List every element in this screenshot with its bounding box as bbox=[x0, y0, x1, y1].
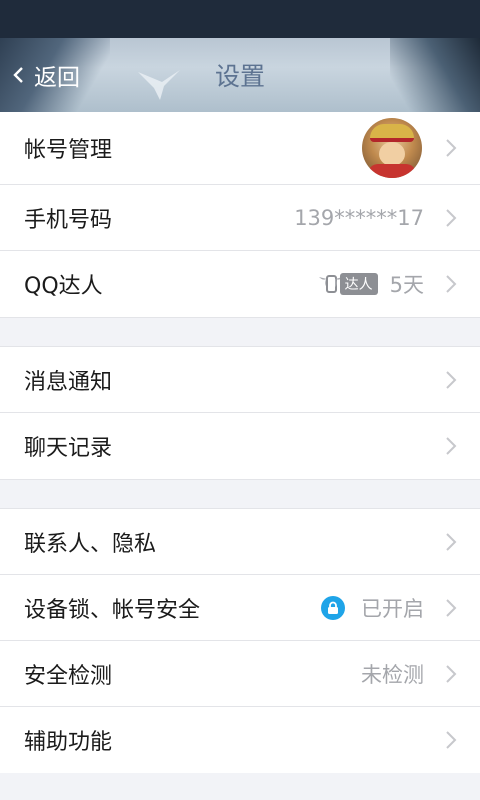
row-label: QQ达人 bbox=[24, 274, 103, 299]
phone-number-value: 139******17 bbox=[294, 205, 424, 230]
row-label: 手机号码 bbox=[24, 207, 113, 233]
chevron-right-icon bbox=[446, 208, 457, 227]
chevron-right-icon bbox=[446, 139, 457, 157]
row-label: 设备锁、帐号安全 bbox=[24, 597, 201, 623]
status-bar bbox=[0, 0, 480, 38]
settings-list: 帐号管理 手机号码 139******17 QQ达人 达人 5天 消息通知 聊天… bbox=[0, 112, 480, 773]
row-label: 聊天记录 bbox=[24, 436, 113, 461]
accessibility-row[interactable]: 辅助功能 bbox=[0, 707, 480, 773]
daren-badge: 达人 bbox=[318, 271, 378, 297]
settings-group-messages: 消息通知 聊天记录 bbox=[0, 347, 480, 479]
chevron-right-icon bbox=[446, 598, 457, 617]
row-label: 辅助功能 bbox=[24, 730, 113, 755]
chevron-right-icon bbox=[446, 275, 457, 293]
bird-decoration-icon bbox=[138, 70, 180, 100]
lock-icon bbox=[321, 595, 345, 620]
device-lock-status: 已开启 bbox=[361, 596, 424, 621]
phone-number-row[interactable]: 手机号码 139******17 bbox=[0, 185, 480, 251]
settings-group-account: 帐号管理 手机号码 139******17 QQ达人 达人 5天 bbox=[0, 112, 480, 317]
title-bar: 返回 设置 bbox=[0, 38, 480, 112]
security-check-row[interactable]: 安全检测 未检测 bbox=[0, 641, 480, 707]
security-check-status: 未检测 bbox=[361, 662, 424, 687]
row-label: 联系人、隐私 bbox=[24, 531, 157, 557]
row-label: 安全检测 bbox=[24, 663, 113, 689]
back-button[interactable]: 返回 bbox=[12, 38, 80, 112]
message-notification-row[interactable]: 消息通知 bbox=[0, 347, 480, 413]
account-management-row[interactable]: 帐号管理 bbox=[0, 112, 480, 185]
section-gap bbox=[0, 479, 480, 509]
daren-tag: 达人 bbox=[339, 273, 378, 295]
daren-days-value: 5天 bbox=[389, 273, 424, 297]
chevron-right-icon bbox=[446, 437, 457, 455]
avatar bbox=[362, 118, 422, 178]
section-gap bbox=[0, 317, 480, 347]
device-lock-security-row[interactable]: 设备锁、帐号安全 已开启 bbox=[0, 575, 480, 641]
back-label: 返回 bbox=[34, 65, 80, 91]
chevron-right-icon bbox=[446, 664, 457, 683]
chevron-right-icon bbox=[446, 370, 457, 389]
chevron-right-icon bbox=[446, 731, 457, 749]
row-label: 帐号管理 bbox=[24, 138, 113, 163]
qq-daren-row[interactable]: QQ达人 达人 5天 bbox=[0, 251, 480, 317]
header-background-art-right bbox=[390, 38, 480, 112]
contacts-privacy-row[interactable]: 联系人、隐私 bbox=[0, 509, 480, 575]
chevron-left-icon bbox=[13, 67, 23, 83]
chat-history-row[interactable]: 聊天记录 bbox=[0, 413, 480, 479]
settings-group-privacy: 联系人、隐私 设备锁、帐号安全 已开启 安全检测 未检测 辅助功能 bbox=[0, 509, 480, 773]
row-label: 消息通知 bbox=[24, 369, 113, 395]
chevron-right-icon bbox=[446, 532, 457, 551]
